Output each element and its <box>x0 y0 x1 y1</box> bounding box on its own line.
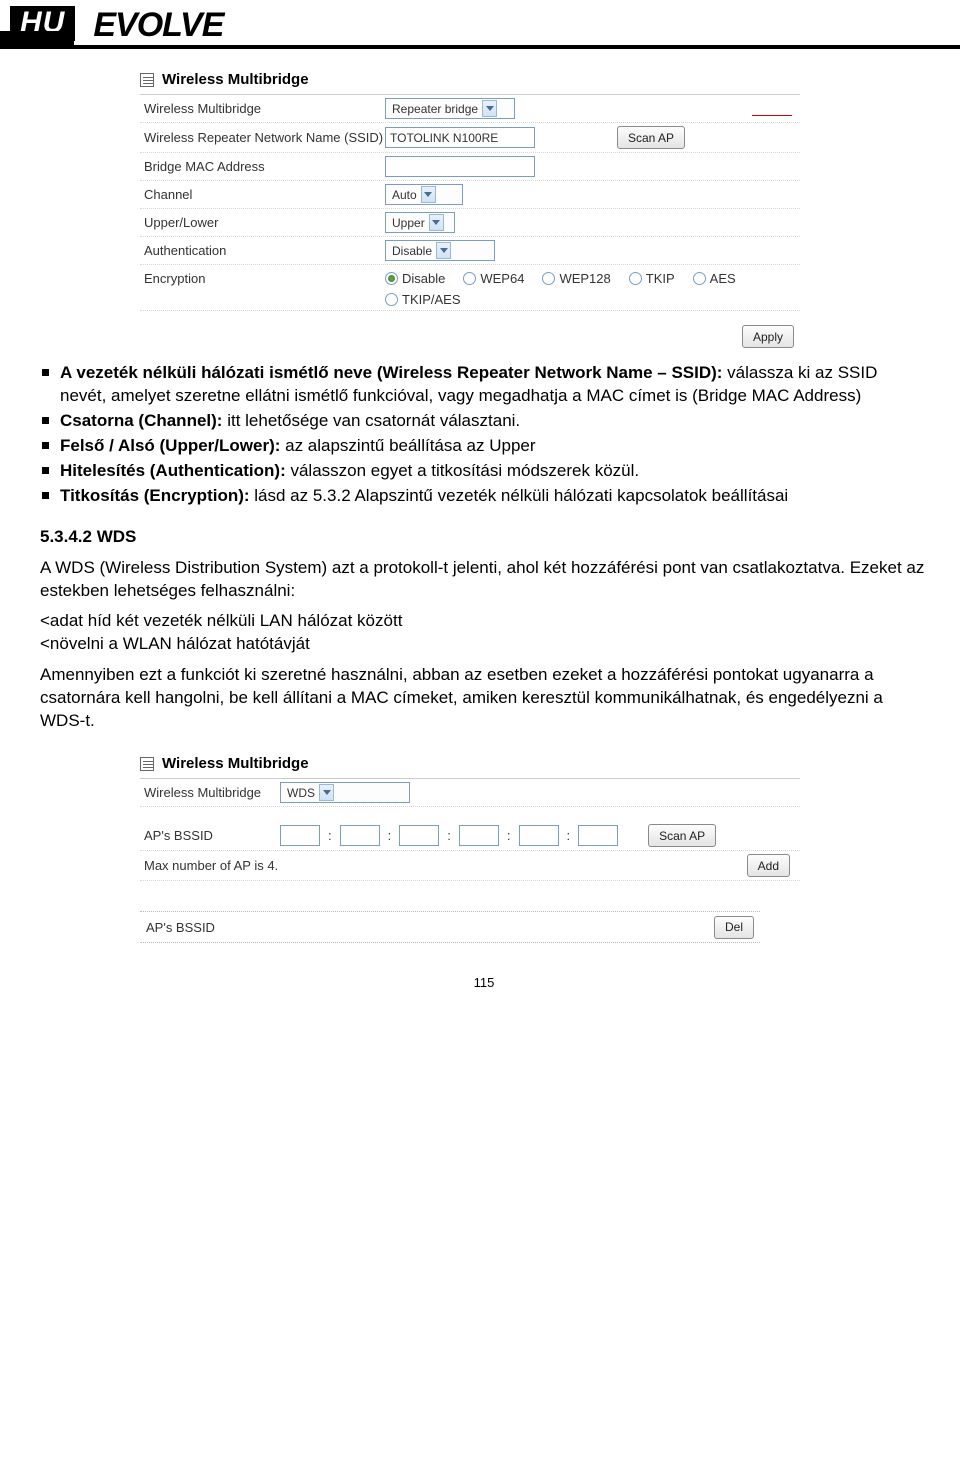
radio-tkip[interactable]: TKIP <box>629 271 675 286</box>
scan-ap-button[interactable]: Scan AP <box>648 824 716 847</box>
radio-icon <box>463 272 476 285</box>
doc-header: HU EVOLVE <box>0 0 960 45</box>
select-multibridge-wds[interactable]: WDS <box>280 782 410 803</box>
select-upperlower[interactable]: Upper <box>385 212 455 233</box>
label-upperlower: Upper/Lower <box>140 215 385 230</box>
select-upperlower-value: Upper <box>392 216 425 230</box>
label-bridge-mac: Bridge MAC Address <box>140 159 385 174</box>
wds-line-1: <adat híd két vezeték nélküli LAN hálóza… <box>40 610 928 633</box>
panel-icon <box>140 757 154 771</box>
input-mac-seg-4[interactable] <box>459 825 499 846</box>
label-multibridge: Wireless Multibridge <box>140 785 280 800</box>
select-multibridge-wds-value: WDS <box>287 786 315 800</box>
select-channel[interactable]: Auto <box>385 184 463 205</box>
select-channel-value: Auto <box>392 188 417 202</box>
panel-icon <box>140 73 154 87</box>
chevron-down-icon <box>429 214 444 231</box>
radio-aes-label: AES <box>710 271 736 286</box>
chevron-down-icon <box>436 242 451 259</box>
radio-disable-label: Disable <box>402 271 445 286</box>
panel-title: Wireless Multibridge <box>140 67 800 95</box>
mac-colon: : <box>445 828 453 843</box>
bullet-channel: Csatorna (Channel): itt lehetősége van c… <box>40 410 928 433</box>
select-auth-value: Disable <box>392 244 432 258</box>
radio-tkip-label: TKIP <box>646 271 675 286</box>
radio-tkipaes[interactable]: TKIP/AES <box>385 292 461 307</box>
add-button[interactable]: Add <box>747 854 790 877</box>
bullet-list: A vezeték nélküli hálózati ismétlő neve … <box>40 362 928 508</box>
bullet-auth: Hitelesítés (Authentication): válasszon … <box>40 460 928 483</box>
panel-title-text: Wireless Multibridge <box>162 71 309 88</box>
panel-multibridge-repeater: Wireless Multibridge Wireless Multibridg… <box>140 67 800 352</box>
input-mac-seg-3[interactable] <box>399 825 439 846</box>
radio-tkipaes-label: TKIP/AES <box>402 292 461 307</box>
section-heading-wds: 5.3.4.2 WDS <box>40 526 928 549</box>
bullet-encryption: Titkosítás (Encryption): lásd az 5.3.2 A… <box>40 485 928 508</box>
mac-colon: : <box>326 828 334 843</box>
radio-icon <box>693 272 706 285</box>
doc-body: A vezeték nélküli hálózati ismétlő neve … <box>40 362 928 733</box>
del-button[interactable]: Del <box>714 916 754 939</box>
wds-line-2: <növelni a WLAN hálózat hatótávját <box>40 633 928 656</box>
label-encryption: Encryption <box>140 271 385 286</box>
select-auth[interactable]: Disable <box>385 240 495 261</box>
label-ssid: Wireless Repeater Network Name (SSID) <box>140 130 385 145</box>
select-multibridge[interactable]: Repeater bridge <box>385 98 515 119</box>
panel-title: Wireless Multibridge <box>140 751 800 779</box>
bullet-upperlower: Felső / Alsó (Upper/Lower): az alapszint… <box>40 435 928 458</box>
radio-icon <box>629 272 642 285</box>
page-number: 115 <box>40 975 928 1000</box>
label-auth: Authentication <box>140 243 385 258</box>
radio-wep128-label: WEP128 <box>559 271 610 286</box>
radio-wep128[interactable]: WEP128 <box>542 271 610 286</box>
chevron-down-icon <box>482 100 497 117</box>
bullet-ssid: A vezeték nélküli hálózati ismétlő neve … <box>40 362 928 408</box>
label-multibridge: Wireless Multibridge <box>140 101 385 116</box>
input-ssid[interactable]: TOTOLINK N100RE <box>385 127 535 148</box>
label-ap-bssid: AP's BSSID <box>140 828 280 843</box>
brand-logo: EVOLVE <box>93 6 223 45</box>
mac-colon: : <box>565 828 573 843</box>
panel-title-text: Wireless Multibridge <box>162 755 309 772</box>
chevron-down-icon <box>319 784 334 801</box>
chevron-down-icon <box>421 186 436 203</box>
label-channel: Channel <box>140 187 385 202</box>
panel-multibridge-wds: Wireless Multibridge Wireless Multibridg… <box>140 751 800 943</box>
scan-ap-button[interactable]: Scan AP <box>617 126 685 149</box>
input-ssid-value: TOTOLINK N100RE <box>390 131 498 145</box>
apply-button[interactable]: Apply <box>742 325 794 348</box>
radio-wep64-label: WEP64 <box>480 271 524 286</box>
radio-disable[interactable]: Disable <box>385 271 445 286</box>
ap-bssid-column-header: AP's BSSID <box>146 920 215 935</box>
radio-icon <box>542 272 555 285</box>
mac-colon: : <box>505 828 513 843</box>
input-mac-seg-5[interactable] <box>519 825 559 846</box>
input-mac-seg-2[interactable] <box>340 825 380 846</box>
wds-paragraph-1: A WDS (Wireless Distribution System) azt… <box>40 557 928 603</box>
radio-aes[interactable]: AES <box>693 271 736 286</box>
wds-paragraph-2: Amennyiben ezt a funkciót ki szeretné ha… <box>40 664 928 733</box>
select-multibridge-value: Repeater bridge <box>392 102 478 116</box>
mac-colon: : <box>386 828 394 843</box>
radio-icon <box>385 272 398 285</box>
input-mac-seg-6[interactable] <box>578 825 618 846</box>
red-mark <box>752 115 792 116</box>
radio-icon <box>385 293 398 306</box>
header-rule <box>0 45 960 49</box>
radio-wep64[interactable]: WEP64 <box>463 271 524 286</box>
ap-bssid-table-row: AP's BSSID Del <box>140 911 760 943</box>
label-max-ap: Max number of AP is 4. <box>140 858 280 873</box>
input-mac-seg-1[interactable] <box>280 825 320 846</box>
input-bridge-mac[interactable] <box>385 156 535 177</box>
